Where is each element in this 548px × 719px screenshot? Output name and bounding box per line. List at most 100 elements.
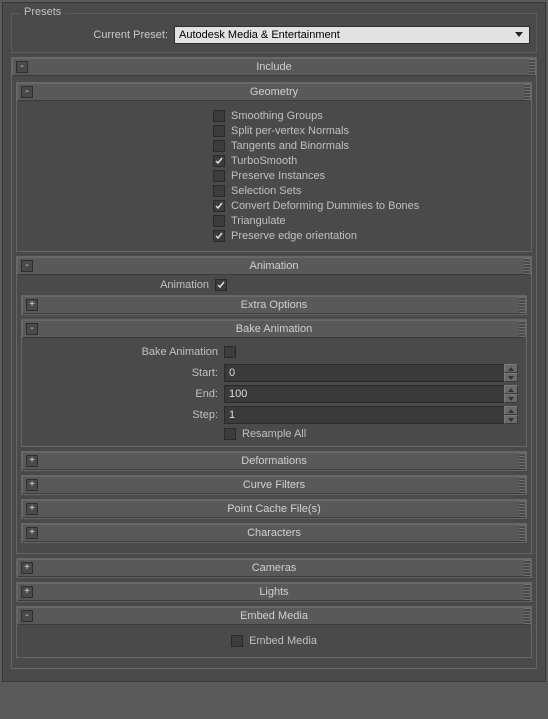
geometry-title: Geometry	[250, 86, 298, 98]
preserve-edge-label: Preserve edge orientation	[231, 230, 357, 242]
preserve-edge-checkbox[interactable]	[213, 230, 225, 242]
start-label: Start:	[30, 367, 218, 379]
tangents-checkbox[interactable]	[213, 140, 225, 152]
animation-enable-checkbox[interactable]	[215, 279, 227, 291]
animation-toggle[interactable]: -	[21, 260, 33, 272]
curve-filters-title: Curve Filters	[243, 479, 305, 491]
cameras-rollup: + Cameras	[16, 558, 532, 578]
step-down-button[interactable]	[504, 415, 518, 424]
animation-body: Animation + Extra Options -	[17, 275, 531, 553]
deformations-toggle[interactable]: +	[26, 455, 38, 467]
point-cache-title: Point Cache File(s)	[227, 503, 321, 515]
lights-rollup: + Lights	[16, 582, 532, 602]
characters-header[interactable]: + Characters	[22, 524, 526, 542]
resample-all-checkbox[interactable]	[224, 428, 236, 440]
end-down-button[interactable]	[504, 394, 518, 403]
curve-filters-header[interactable]: + Curve Filters	[22, 476, 526, 494]
embed-media-label: Embed Media	[249, 635, 317, 647]
selection-sets-label: Selection Sets	[231, 185, 301, 197]
embed-media-rollup: - Embed Media Embed Media	[16, 606, 532, 658]
geometry-rollup: - Geometry Smoothing Groups Split per-ve…	[16, 82, 532, 252]
point-cache-toggle[interactable]: +	[26, 503, 38, 515]
bake-animation-toggle[interactable]: -	[26, 323, 38, 335]
step-spinner	[224, 406, 518, 424]
extra-options-title: Extra Options	[241, 299, 308, 311]
include-title: Include	[256, 61, 291, 73]
start-input[interactable]	[224, 364, 504, 382]
bake-animation-checkbox[interactable]	[224, 346, 236, 358]
split-normals-label: Split per-vertex Normals	[231, 125, 349, 137]
extra-options-rollup: + Extra Options	[21, 295, 527, 315]
cameras-title: Cameras	[252, 562, 297, 574]
convert-dummies-checkbox[interactable]	[213, 200, 225, 212]
include-toggle[interactable]: -	[16, 61, 28, 73]
deformations-rollup: + Deformations	[21, 451, 527, 471]
point-cache-rollup: + Point Cache File(s)	[21, 499, 527, 519]
end-spinner	[224, 385, 518, 403]
end-label: End:	[30, 388, 218, 400]
current-preset-row: Current Preset: Autodesk Media & Enterta…	[18, 26, 530, 44]
characters-title: Characters	[247, 527, 301, 539]
presets-legend: Presets	[20, 6, 65, 18]
include-rollup: - Include - Geometry Smoothing Groups Sp…	[11, 57, 537, 669]
include-body: - Geometry Smoothing Groups Split per-ve…	[12, 76, 536, 668]
convert-dummies-label: Convert Deforming Dummies to Bones	[231, 200, 419, 212]
cameras-header[interactable]: + Cameras	[17, 559, 531, 577]
bake-animation-label: Bake Animation	[30, 346, 218, 358]
animation-header[interactable]: - Animation	[17, 257, 531, 275]
step-label: Step:	[30, 409, 218, 421]
geometry-body: Smoothing Groups Split per-vertex Normal…	[17, 101, 531, 251]
characters-rollup: + Characters	[21, 523, 527, 543]
triangulate-label: Triangulate	[231, 215, 286, 227]
chevron-down-icon	[511, 27, 527, 43]
embed-media-header[interactable]: - Embed Media	[17, 607, 531, 625]
start-up-button[interactable]	[504, 364, 518, 373]
lights-toggle[interactable]: +	[21, 586, 33, 598]
split-normals-checkbox[interactable]	[213, 125, 225, 137]
extra-options-toggle[interactable]: +	[26, 299, 38, 311]
bake-body: Bake Animation Start:	[22, 338, 526, 446]
selection-sets-checkbox[interactable]	[213, 185, 225, 197]
point-cache-header[interactable]: + Point Cache File(s)	[22, 500, 526, 518]
extra-options-header[interactable]: + Extra Options	[22, 296, 526, 314]
deformations-header[interactable]: + Deformations	[22, 452, 526, 470]
embed-media-toggle[interactable]: -	[21, 610, 33, 622]
resample-all-label: Resample All	[242, 428, 306, 440]
turbosmooth-label: TurboSmooth	[231, 155, 297, 167]
curve-filters-rollup: + Curve Filters	[21, 475, 527, 495]
cameras-toggle[interactable]: +	[21, 562, 33, 574]
triangulate-checkbox[interactable]	[213, 215, 225, 227]
geometry-toggle[interactable]: -	[21, 86, 33, 98]
animation-enable-label: Animation	[21, 279, 209, 291]
tangents-label: Tangents and Binormals	[231, 140, 349, 152]
deformations-title: Deformations	[241, 455, 306, 467]
embed-body: Embed Media	[17, 625, 531, 657]
animation-title: Animation	[250, 260, 299, 272]
start-down-button[interactable]	[504, 373, 518, 382]
current-preset-value: Autodesk Media & Entertainment	[179, 29, 340, 41]
bake-animation-title: Bake Animation	[236, 323, 312, 335]
presets-panel: Presets Current Preset: Autodesk Media &…	[2, 2, 546, 682]
preserve-instances-label: Preserve Instances	[231, 170, 325, 182]
step-up-button[interactable]	[504, 406, 518, 415]
bake-animation-header[interactable]: - Bake Animation	[22, 320, 526, 338]
lights-header[interactable]: + Lights	[17, 583, 531, 601]
turbosmooth-checkbox[interactable]	[213, 155, 225, 167]
current-preset-label: Current Preset:	[18, 29, 168, 41]
smoothing-groups-label: Smoothing Groups	[231, 110, 323, 122]
step-input[interactable]	[224, 406, 504, 424]
bake-animation-rollup: - Bake Animation Bake Animation Start:	[21, 319, 527, 447]
embed-media-title: Embed Media	[240, 610, 308, 622]
end-input[interactable]	[224, 385, 504, 403]
animation-check-row: Animation	[21, 279, 527, 291]
embed-media-checkbox[interactable]	[231, 635, 243, 647]
include-header[interactable]: - Include	[12, 58, 536, 76]
curve-filters-toggle[interactable]: +	[26, 479, 38, 491]
current-preset-dropdown[interactable]: Autodesk Media & Entertainment	[174, 26, 530, 44]
characters-toggle[interactable]: +	[26, 527, 38, 539]
preserve-instances-checkbox[interactable]	[213, 170, 225, 182]
geometry-header[interactable]: - Geometry	[17, 83, 531, 101]
end-up-button[interactable]	[504, 385, 518, 394]
lights-title: Lights	[259, 586, 288, 598]
smoothing-groups-checkbox[interactable]	[213, 110, 225, 122]
